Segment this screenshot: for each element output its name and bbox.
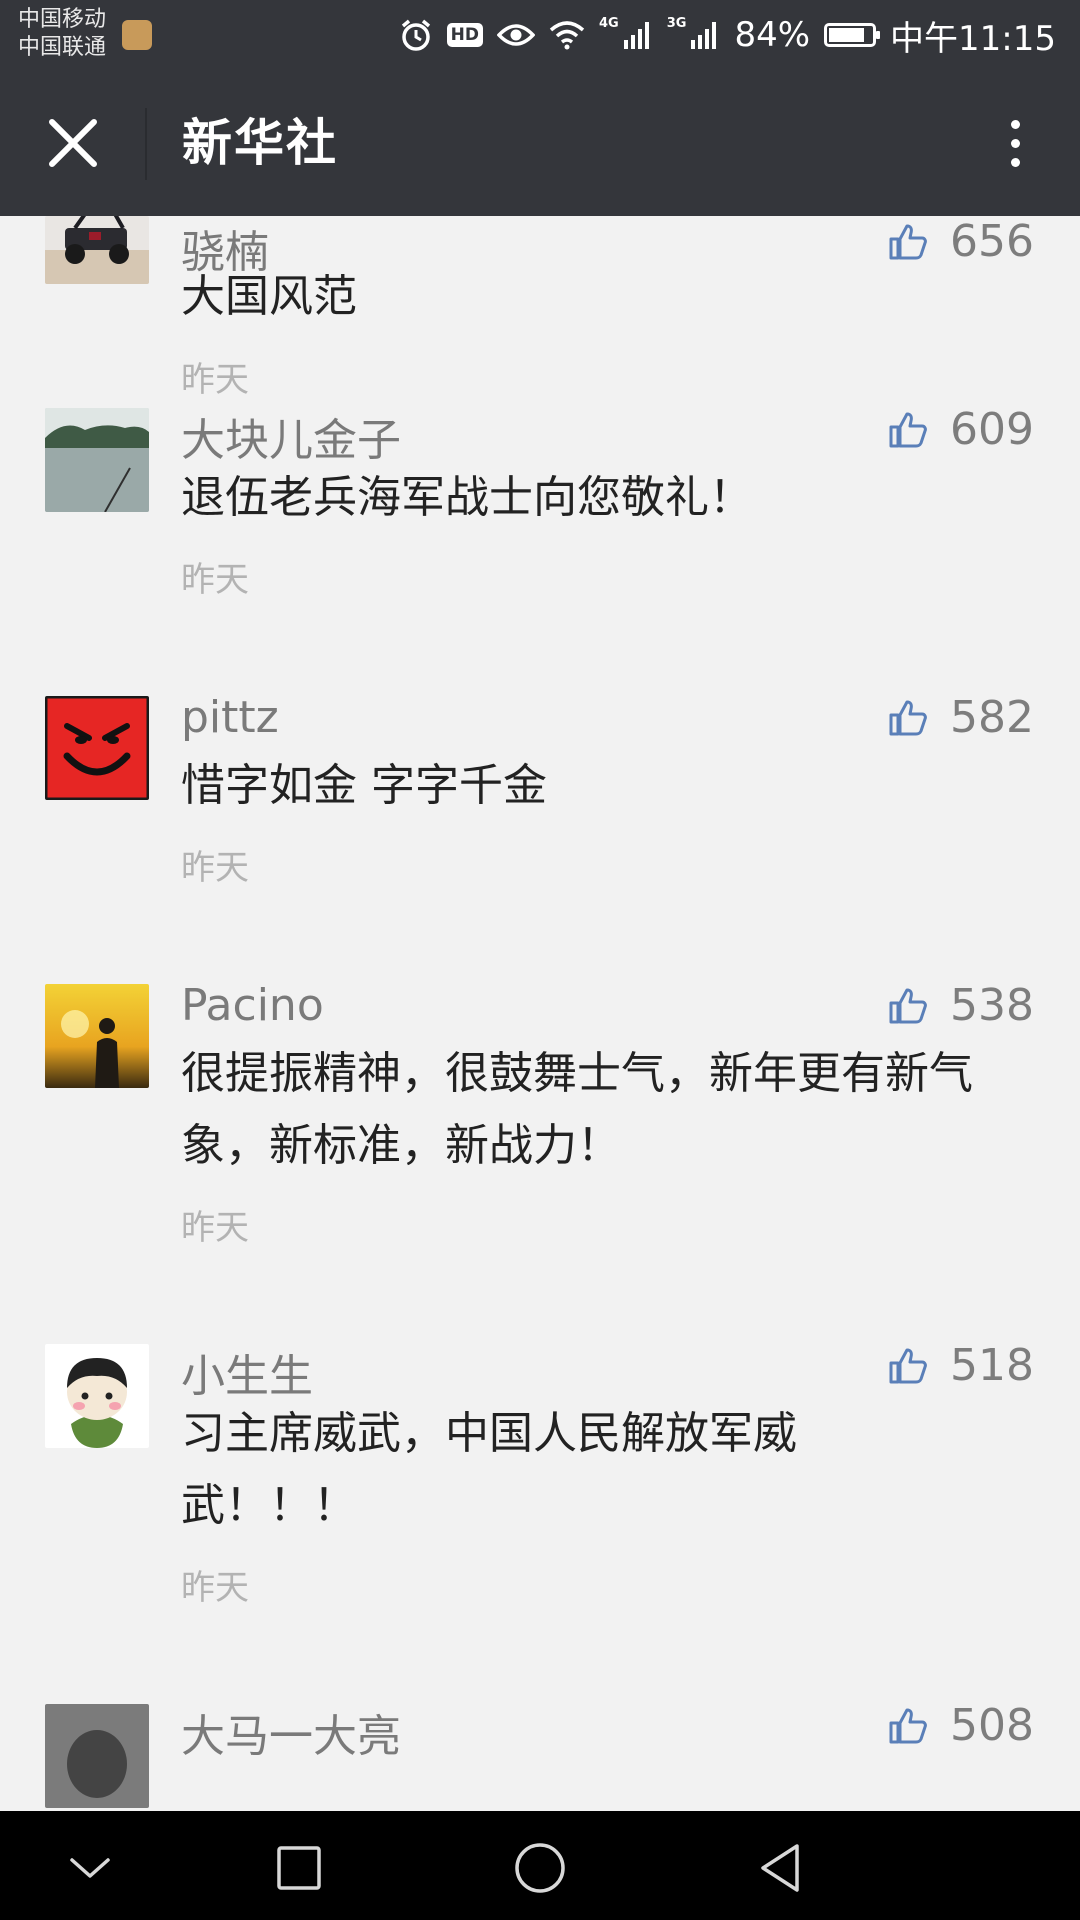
avatar-cartoon-girl-icon (45, 1344, 149, 1448)
avatar[interactable] (45, 408, 149, 512)
hd-voice-icon: HD (446, 23, 483, 47)
close-button[interactable] (38, 108, 108, 178)
comment-item: 骁楠 656 大国风范 昨天 (0, 216, 1080, 436)
alarm-icon (399, 18, 433, 52)
comment-text: 惜字如金 字字千金 (181, 760, 547, 811)
hide-nav-button[interactable] (55, 1833, 125, 1903)
comment-time: 昨天 (181, 560, 249, 600)
like-button[interactable]: 609 (888, 404, 1034, 455)
avatar[interactable] (45, 984, 149, 1088)
signal-icon (690, 20, 720, 50)
close-icon (49, 119, 97, 167)
thumbs-up-icon (889, 1348, 927, 1383)
thumbs-up-icon (889, 1708, 927, 1743)
battery-percent: 84% (734, 15, 811, 55)
like-button[interactable]: 538 (888, 980, 1034, 1031)
more-vertical-icon-dot (1010, 157, 1020, 167)
wifi-icon (549, 20, 585, 50)
status-icons: HD 4G 3G 84% 中午11:15 (399, 0, 1056, 70)
avatar-lake-icon (45, 408, 149, 512)
home-button[interactable] (505, 1833, 575, 1903)
comment-author[interactable]: 大块儿金子 (181, 404, 401, 468)
more-vertical-icon-dot (1010, 138, 1020, 148)
like-count: 582 (950, 692, 1034, 743)
avatar-offroad-vehicle-icon (45, 216, 149, 284)
avatar[interactable] (45, 1344, 149, 1448)
carrier-2: 中国联通 (18, 35, 107, 60)
like-count: 609 (950, 404, 1034, 455)
like-count: 656 (950, 216, 1034, 267)
avatar-gray-icon (45, 1704, 149, 1808)
thumbs-up-icon (889, 700, 927, 735)
comment-time: 昨天 (181, 1568, 249, 1608)
like-count: 518 (950, 1340, 1034, 1391)
network-3g-label: 3G (666, 15, 687, 31)
avatar[interactable] (45, 216, 149, 284)
clock: 中午11:15 (890, 18, 1056, 59)
like-button[interactable]: 656 (888, 216, 1034, 267)
title-bar: 新华社 (0, 70, 1080, 216)
comment-author[interactable]: 小生生 (181, 1340, 313, 1404)
more-vertical-icon (1010, 119, 1020, 129)
notification-app-icon (122, 20, 152, 50)
comment-time: 昨天 (181, 848, 249, 888)
comment-author[interactable]: 大马一大亮 (181, 1700, 401, 1764)
like-count: 538 (950, 980, 1034, 1031)
comment-text: 习主席威武，中国人民解放军威武！！！ (181, 1408, 797, 1531)
signal-icon (623, 20, 653, 50)
eye-icon (497, 21, 535, 49)
avatar[interactable] (45, 696, 149, 800)
square-icon (277, 1846, 321, 1890)
like-count: 508 (950, 1700, 1034, 1751)
avatar[interactable] (45, 1704, 149, 1808)
carrier-info: 中国移动 中国联通 (18, 6, 106, 62)
battery-level (829, 28, 865, 42)
chevron-down-icon (70, 1858, 110, 1878)
more-options-button[interactable] (990, 108, 1040, 178)
thumbs-up-icon (889, 224, 927, 259)
navigation-bar (0, 1811, 1080, 1920)
avatar-red-smiley-icon (45, 696, 149, 800)
carrier-1: 中国移动 (18, 7, 107, 32)
back-button[interactable] (745, 1833, 815, 1903)
comment-author[interactable]: Pacino (181, 980, 324, 1031)
comment-time: 昨天 (181, 1208, 249, 1248)
comment-time: 昨天 (181, 360, 249, 400)
triangle-back-icon (761, 1844, 799, 1892)
comment-list[interactable]: 骁楠 656 大国风范 昨天 大块儿金子 609 退伍老兵海军战士向您敬礼！ 昨… (0, 216, 1080, 1811)
like-button[interactable]: 508 (888, 1700, 1034, 1751)
like-button[interactable]: 582 (888, 692, 1034, 743)
circle-icon (515, 1843, 565, 1893)
comment-text: 大国风范 (181, 271, 357, 322)
thumbs-up-icon (889, 988, 927, 1023)
avatar-sunset-man-icon (45, 984, 149, 1088)
status-bar: 中国移动 中国联通 HD 4G 3G 84% 中午11:15 (0, 0, 1080, 70)
like-button[interactable]: 518 (888, 1340, 1034, 1391)
comment-text: 退伍老兵海军战士向您敬礼！ (181, 472, 753, 523)
page-title: 新华社 (182, 114, 338, 172)
title-divider (145, 108, 147, 180)
network-4g-label: 4G (599, 15, 619, 31)
battery-icon (824, 23, 881, 47)
recent-apps-button[interactable] (264, 1833, 334, 1903)
thumbs-up-icon (889, 412, 927, 447)
comment-author[interactable]: pittz (181, 692, 279, 743)
comment-text: 很提振精神，很鼓舞士气，新年更有新气象，新标准，新战力！ (181, 1048, 973, 1171)
